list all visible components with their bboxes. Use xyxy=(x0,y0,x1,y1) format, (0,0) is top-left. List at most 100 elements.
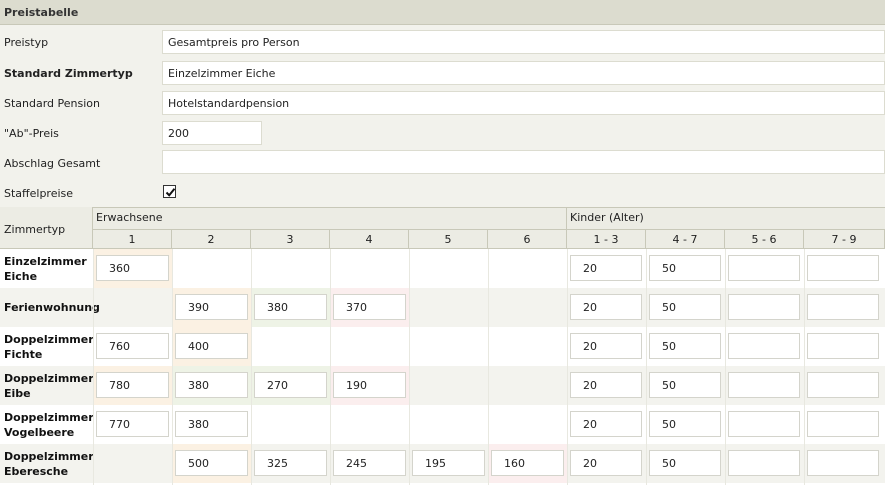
price-input[interactable]: 20 xyxy=(570,255,642,281)
staffelpreise-checkbox[interactable] xyxy=(163,185,176,198)
price-input[interactable]: 270 xyxy=(254,372,327,398)
price-cell: 20 xyxy=(567,249,646,288)
price-input[interactable]: 190 xyxy=(333,372,406,398)
price-input[interactable] xyxy=(728,450,800,476)
price-cell xyxy=(725,444,804,483)
price-cell: 360 xyxy=(93,249,172,288)
ab-preis-field[interactable]: 200 xyxy=(162,121,262,145)
grid-column-divider xyxy=(251,249,252,485)
price-input[interactable]: 20 xyxy=(570,294,642,320)
price-cell: 50 xyxy=(646,327,725,366)
price-cell xyxy=(409,288,488,327)
room-type-name: Doppelzimmer Eibe xyxy=(4,372,94,400)
price-cell xyxy=(488,327,567,366)
standard-pension-field[interactable]: Hotelstandardpension xyxy=(162,91,885,115)
price-cell xyxy=(409,249,488,288)
column-header: 2 xyxy=(172,229,251,249)
price-cell xyxy=(172,249,251,288)
price-input[interactable] xyxy=(728,333,800,359)
room-type-name: Doppelzimmer Eberesche xyxy=(4,450,94,478)
price-cell xyxy=(409,366,488,405)
price-input[interactable]: 380 xyxy=(254,294,327,320)
price-input[interactable]: 370 xyxy=(333,294,406,320)
abschlag-gesamt-field[interactable] xyxy=(162,150,885,174)
price-cell: 370 xyxy=(330,288,409,327)
price-input[interactable]: 50 xyxy=(649,411,721,437)
price-input[interactable]: 390 xyxy=(175,294,248,320)
price-input[interactable] xyxy=(807,450,879,476)
price-input[interactable]: 50 xyxy=(649,255,721,281)
zimmertyp-header: Zimmertyp xyxy=(0,207,93,249)
price-input[interactable]: 50 xyxy=(649,372,721,398)
price-cell: 20 xyxy=(567,288,646,327)
price-input[interactable]: 160 xyxy=(491,450,564,476)
price-cell: 20 xyxy=(567,366,646,405)
price-cell xyxy=(251,327,330,366)
price-input[interactable]: 325 xyxy=(254,450,327,476)
price-cell xyxy=(725,366,804,405)
price-cell: 50 xyxy=(646,288,725,327)
price-cell: 20 xyxy=(567,327,646,366)
price-input[interactable] xyxy=(807,333,879,359)
price-input[interactable]: 780 xyxy=(96,372,169,398)
price-cell: 760 xyxy=(93,327,172,366)
price-input[interactable]: 360 xyxy=(96,255,169,281)
price-input[interactable]: 770 xyxy=(96,411,169,437)
price-cell xyxy=(725,405,804,444)
group-erwachsene-label: Erwachsene xyxy=(96,211,163,224)
ab-preis-label: "Ab"-Preis xyxy=(4,127,59,140)
price-cell xyxy=(330,327,409,366)
price-cell: 380 xyxy=(172,405,251,444)
price-input[interactable]: 380 xyxy=(175,411,248,437)
price-input[interactable] xyxy=(728,294,800,320)
price-grid: Zimmertyp Erwachsene Kinder (Alter) 1234… xyxy=(0,207,885,485)
price-input[interactable]: 20 xyxy=(570,372,642,398)
grid-column-divider xyxy=(646,249,647,485)
room-type-name: Einzelzimmer Eiche xyxy=(4,255,87,283)
price-cell xyxy=(488,405,567,444)
price-input[interactable]: 245 xyxy=(333,450,406,476)
price-cell xyxy=(409,405,488,444)
grid-column-divider xyxy=(725,249,726,485)
form-row-abschlag-gesamt: Abschlag Gesamt xyxy=(0,148,885,178)
form-row-standard-zimmertyp: Standard Zimmertyp Einzelzimmer Eiche xyxy=(0,58,885,88)
price-cell xyxy=(804,249,885,288)
price-input[interactable] xyxy=(807,294,879,320)
room-type-name: Doppelzimmer Vogelbeere xyxy=(4,411,94,439)
price-cell xyxy=(251,405,330,444)
price-cell xyxy=(488,288,567,327)
price-input[interactable]: 20 xyxy=(570,411,642,437)
price-input[interactable]: 195 xyxy=(412,450,485,476)
price-input[interactable]: 50 xyxy=(649,333,721,359)
price-cell xyxy=(330,249,409,288)
checkmark-icon xyxy=(165,188,176,197)
price-cell xyxy=(488,249,567,288)
price-input[interactable] xyxy=(728,255,800,281)
price-input[interactable]: 500 xyxy=(175,450,248,476)
price-input[interactable] xyxy=(807,411,879,437)
grid-column-divider xyxy=(567,249,568,485)
panel-title: Preistabelle xyxy=(4,6,79,19)
price-cell xyxy=(804,366,885,405)
column-header: 7 - 9 xyxy=(804,229,885,249)
price-input[interactable] xyxy=(728,372,800,398)
price-input[interactable]: 20 xyxy=(570,450,642,476)
price-cell: 400 xyxy=(172,327,251,366)
price-input[interactable]: 400 xyxy=(175,333,248,359)
price-input[interactable] xyxy=(807,255,879,281)
price-input[interactable] xyxy=(728,411,800,437)
price-form: Preistyp Gesamtpreis pro Person Standard… xyxy=(0,25,885,207)
standard-pension-label: Standard Pension xyxy=(4,97,101,110)
preistyp-field[interactable]: Gesamtpreis pro Person xyxy=(162,30,885,54)
price-input[interactable]: 380 xyxy=(175,372,248,398)
standard-zimmertyp-field[interactable]: Einzelzimmer Eiche xyxy=(162,61,885,85)
price-cell: 50 xyxy=(646,444,725,483)
price-cell xyxy=(725,327,804,366)
price-input[interactable] xyxy=(807,372,879,398)
price-input[interactable]: 760 xyxy=(96,333,169,359)
column-header: 5 xyxy=(409,229,488,249)
price-input[interactable]: 50 xyxy=(649,450,721,476)
price-cell: 160 xyxy=(488,444,567,483)
price-input[interactable]: 20 xyxy=(570,333,642,359)
price-input[interactable]: 50 xyxy=(649,294,721,320)
